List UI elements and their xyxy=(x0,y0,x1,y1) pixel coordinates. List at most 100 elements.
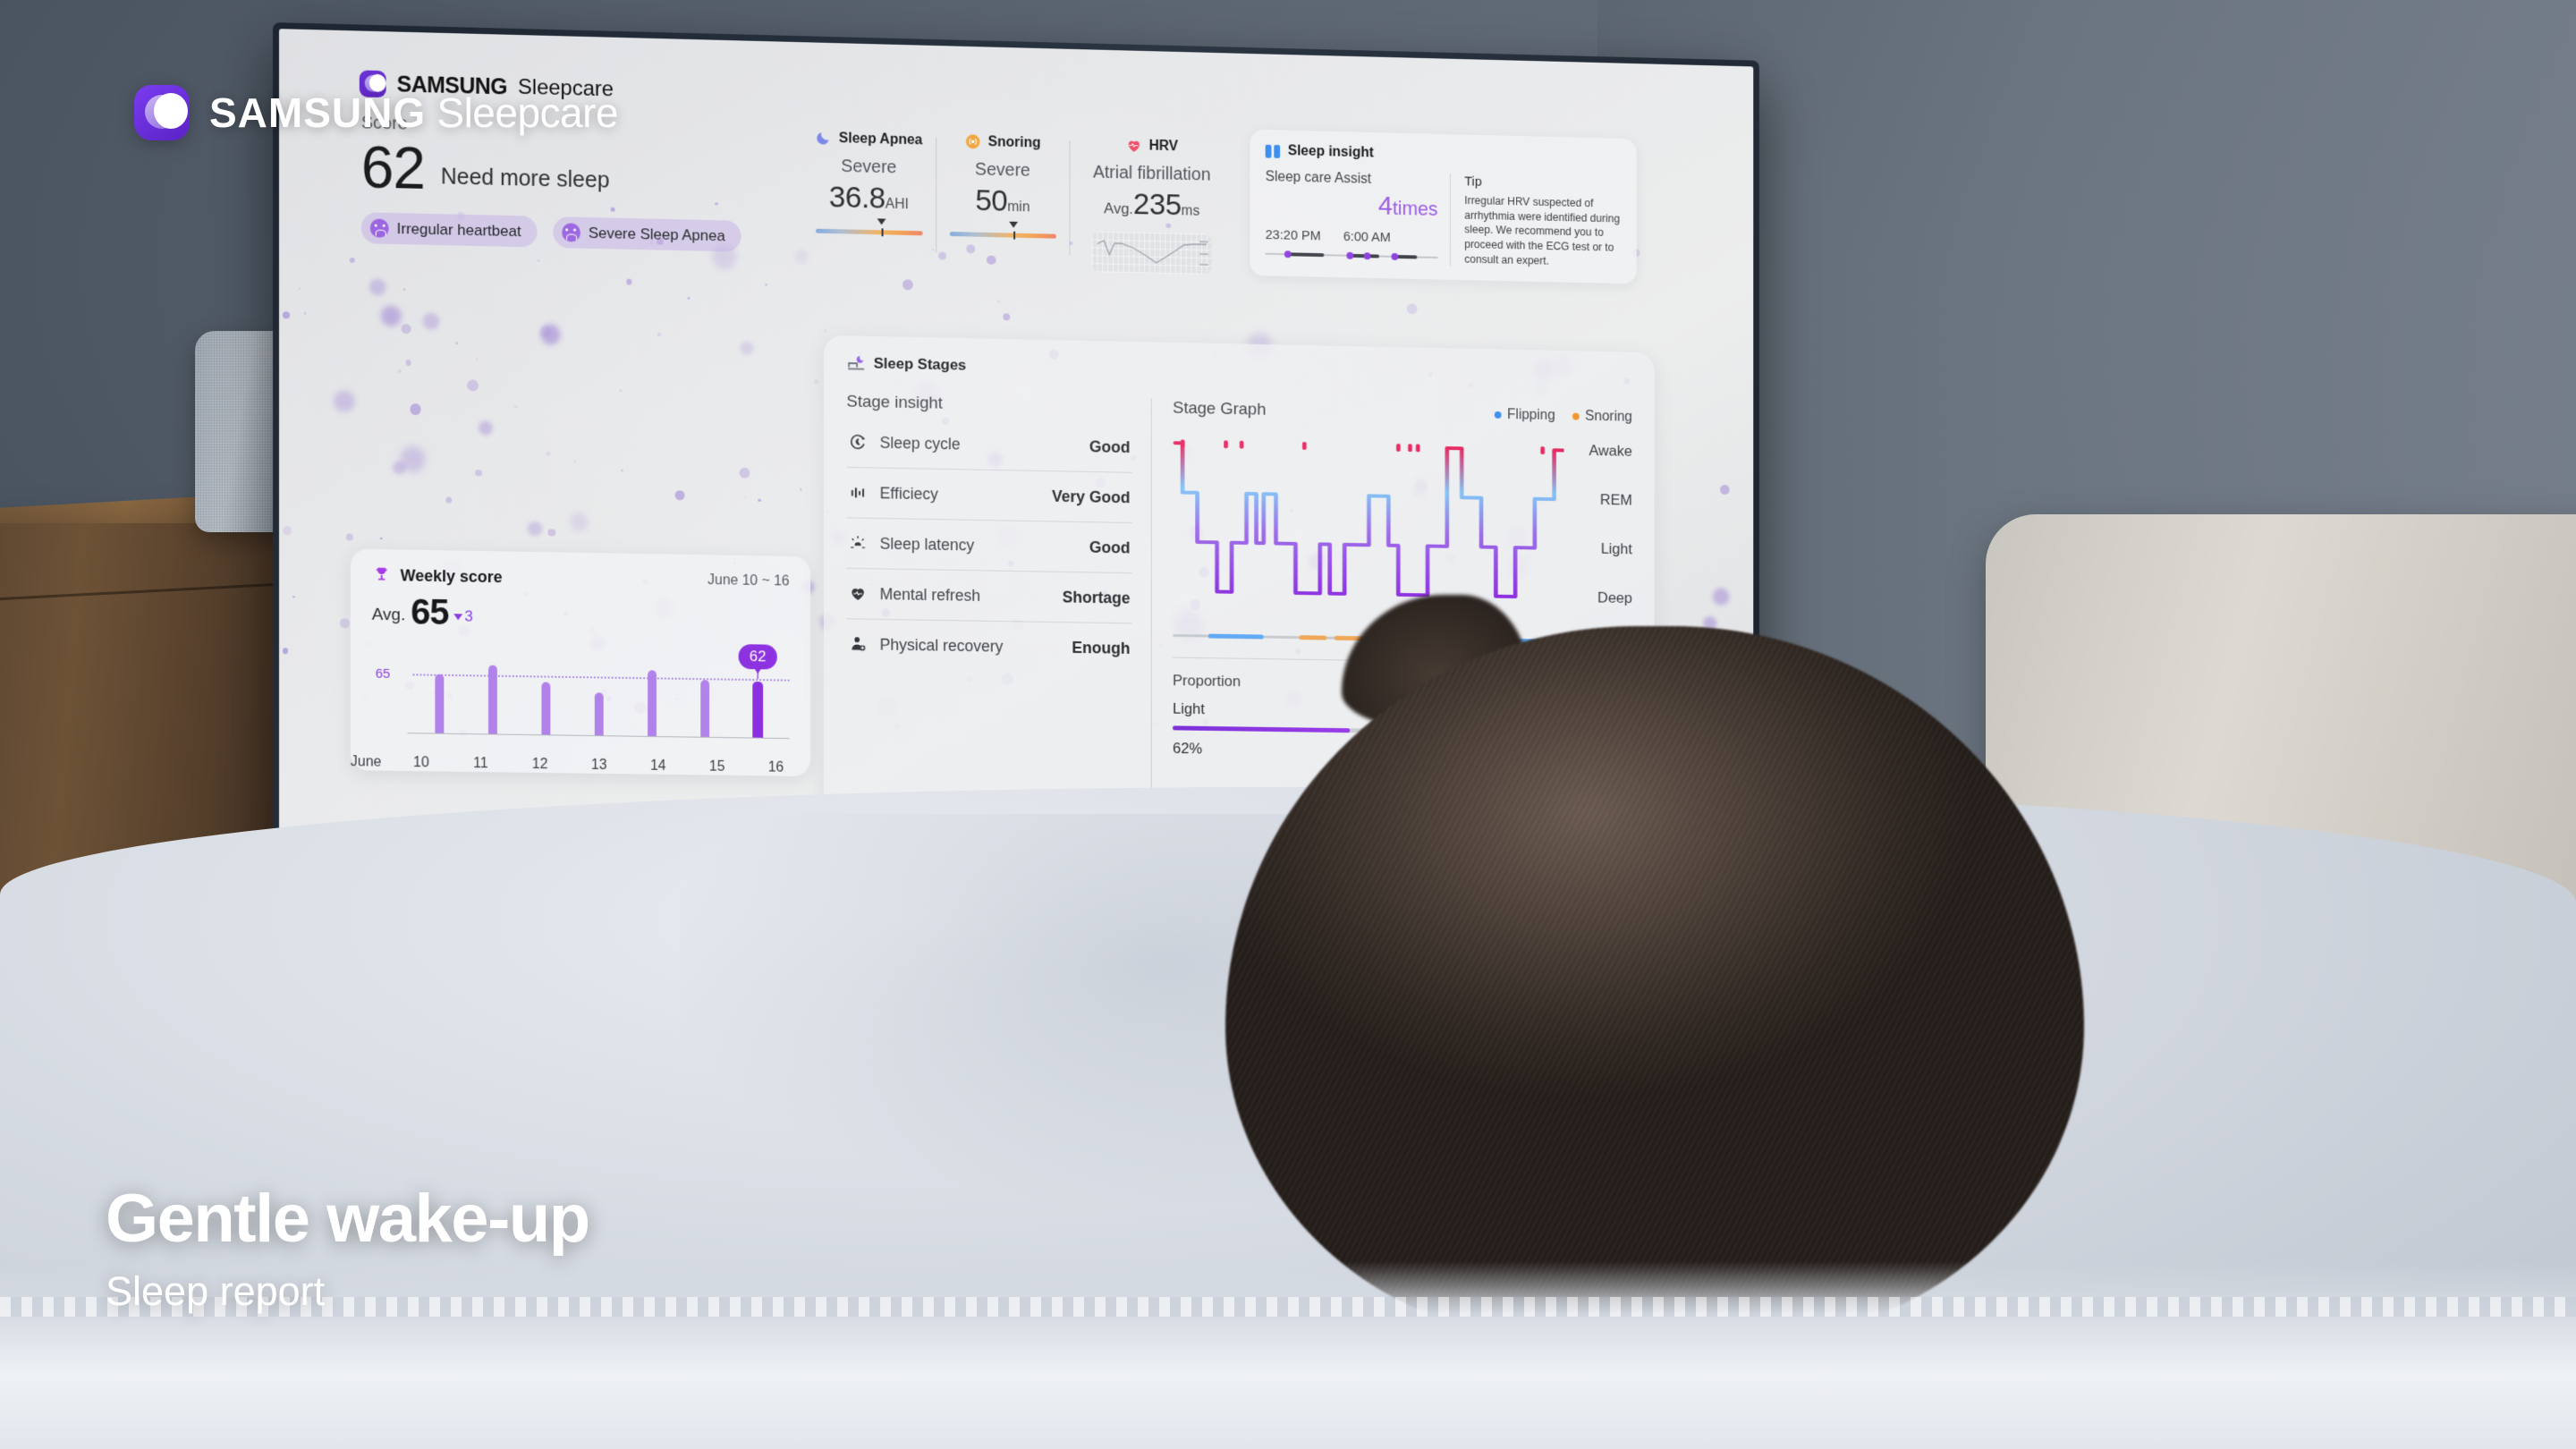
metric-snoring[interactable]: Snoring Severe 50min xyxy=(936,132,1069,272)
weekly-range: June 10 ~ 16 xyxy=(708,572,790,589)
legend-dot-icon xyxy=(1494,411,1502,419)
metric-value-row: Avg.235ms xyxy=(1081,186,1222,224)
stage-insight-row[interactable]: Mental refresh Shortage xyxy=(846,568,1132,624)
awake-marker xyxy=(1415,444,1420,453)
score-chip-label: Irregular heartbeat xyxy=(396,219,521,240)
stages-header: Sleep Stages xyxy=(846,353,1632,388)
awake-marker xyxy=(1408,444,1412,453)
metric-header: Snoring xyxy=(948,132,1057,152)
legend-item: Flipping xyxy=(1494,407,1555,424)
weekly-bar-chart: 65 62 xyxy=(372,642,790,762)
metric-unit: min xyxy=(1007,199,1030,216)
weekly-bar xyxy=(541,682,551,734)
stage-axis-label: Awake xyxy=(1589,442,1632,460)
weekly-bars: 62 xyxy=(413,642,784,738)
metric-unit: ms xyxy=(1181,203,1200,219)
score-message: Need more sleep xyxy=(440,164,610,193)
assist-dot xyxy=(1391,252,1399,260)
assist-event-track xyxy=(1265,250,1438,260)
weekly-bar-column[interactable] xyxy=(679,647,732,737)
score-chip[interactable]: Severe Sleep Apnea xyxy=(553,216,741,252)
weekly-bar-column[interactable] xyxy=(572,645,625,735)
metric-list: Sleep Apnea Severe 36.8AHI Snoring Severe 50m… xyxy=(801,111,1234,275)
overlay-brand-light: Sleepcare xyxy=(436,89,619,136)
overlay-brand-text: SAMSUNG Sleepcare xyxy=(209,89,619,137)
assist-dot xyxy=(1363,252,1371,260)
awake-marker xyxy=(1180,439,1185,448)
insight-title: Sleep insight xyxy=(1287,143,1374,161)
stage-graph-label: Stage Graph xyxy=(1173,398,1267,419)
caption-block: Gentle wake-up Sleep report xyxy=(106,1180,590,1315)
weekly-day-label: 12 xyxy=(531,756,548,773)
assist-clock: 23:20 PM 6:00 AM xyxy=(1266,227,1438,246)
weekly-bar-column[interactable] xyxy=(520,644,572,734)
stage-row-name: Sleep cycle xyxy=(879,433,961,453)
caption-title: Gentle wake-up xyxy=(106,1181,590,1257)
overlay-brand-bold: SAMSUNG xyxy=(209,89,427,136)
weekly-average-label: 65 xyxy=(375,665,391,682)
weekly-bubble-stem xyxy=(757,671,758,680)
gauge-marker xyxy=(1013,231,1015,240)
weekly-bar-column[interactable] xyxy=(413,642,467,733)
awake-marker xyxy=(1540,446,1545,455)
weekly-average: Avg. 65 3 xyxy=(371,592,790,636)
hypnogram-line xyxy=(1175,443,1564,597)
gauge-bar xyxy=(949,232,1056,239)
awake-marker xyxy=(1302,442,1307,450)
metric-unit: AHI xyxy=(885,196,909,213)
weekly-bar-column[interactable] xyxy=(625,646,678,736)
metric-sleep-apnea[interactable]: Sleep Apnea Severe 36.8AHI xyxy=(801,129,936,268)
legend-label: Snoring xyxy=(1585,409,1632,425)
weekly-avg-value: 65 xyxy=(411,592,449,633)
assist-count-row: 4times xyxy=(1266,189,1438,223)
stage-insight-row[interactable]: Efficiecy Very Good xyxy=(846,467,1132,524)
stage-axis-label: Light xyxy=(1600,540,1632,558)
assist-segment xyxy=(1285,252,1325,257)
weekly-bar-column[interactable]: 62 xyxy=(732,644,784,738)
stage-insight-rows: Sleep cycle Good Efficiecy Very Good Sleep l… xyxy=(846,417,1132,673)
legend-dot-icon xyxy=(1572,412,1580,420)
stage-insight-row[interactable]: Sleep cycle Good xyxy=(846,417,1132,473)
gauge-marker xyxy=(881,228,884,237)
assist-start-time: 23:20 PM xyxy=(1265,227,1321,244)
proportion-bar-fill xyxy=(1173,725,1350,733)
stage-graph-header: Stage Graph Flipping Snoring xyxy=(1173,399,1632,428)
timeline-segment-snoring xyxy=(1299,634,1327,640)
assist-dot xyxy=(1284,250,1292,258)
score-value: 62 xyxy=(360,133,425,201)
metric-gauge xyxy=(949,221,1056,240)
caption-subtitle: Sleep report xyxy=(106,1268,326,1314)
book-icon xyxy=(1266,144,1280,157)
stage-insight-row[interactable]: Sleep latency Good xyxy=(846,518,1132,574)
sleep-insight-card[interactable]: Sleep insight Sleep care Assist 4times 2… xyxy=(1250,129,1637,284)
weekly-bar xyxy=(594,692,604,735)
weekly-bar xyxy=(700,680,710,737)
stage-row-value: Good xyxy=(1089,436,1131,456)
caret-down-icon xyxy=(453,613,463,620)
score-chip-label: Severe Sleep Apnea xyxy=(588,224,725,244)
stage-row-value: Very Good xyxy=(1051,487,1131,506)
weekly-score-card[interactable]: Weekly score June 10 ~ 16 Avg. 65 3 65 6… xyxy=(350,548,811,777)
metric-value: 50 xyxy=(975,183,1008,218)
score-chip[interactable]: Irregular heartbeat xyxy=(360,212,538,248)
weekly-bar-column[interactable] xyxy=(466,643,520,734)
heart-icon xyxy=(852,588,864,601)
sunrise-icon xyxy=(851,536,866,548)
weekly-day-label: 16 xyxy=(767,759,784,775)
stage-insight-row[interactable]: Physical recovery Enough xyxy=(846,619,1131,673)
gauge-caret-icon xyxy=(1008,221,1018,228)
stage-axis-label: REM xyxy=(1599,491,1632,509)
weekly-avg-label: Avg. xyxy=(371,605,406,625)
metric-hrv[interactable]: HRV Atrial fibrillation Avg.235ms xyxy=(1069,136,1233,275)
sleep-cycle-icon xyxy=(848,432,868,452)
timeline-segment-flipping xyxy=(1208,633,1264,640)
metric-header: HRV xyxy=(1081,136,1222,157)
stage-row-name: Sleep latency xyxy=(879,534,975,554)
insight-body: Sleep care Assist 4times 23:20 PM 6:00 A… xyxy=(1265,169,1622,269)
stage-row-value: Shortage xyxy=(1062,588,1131,607)
hypnogram-svg xyxy=(1173,439,1564,614)
stage-row-name: Mental refresh xyxy=(879,584,981,605)
metric-value-row: 36.8AHI xyxy=(814,180,923,216)
weekly-bar xyxy=(435,674,445,733)
bars-icon xyxy=(851,487,865,498)
